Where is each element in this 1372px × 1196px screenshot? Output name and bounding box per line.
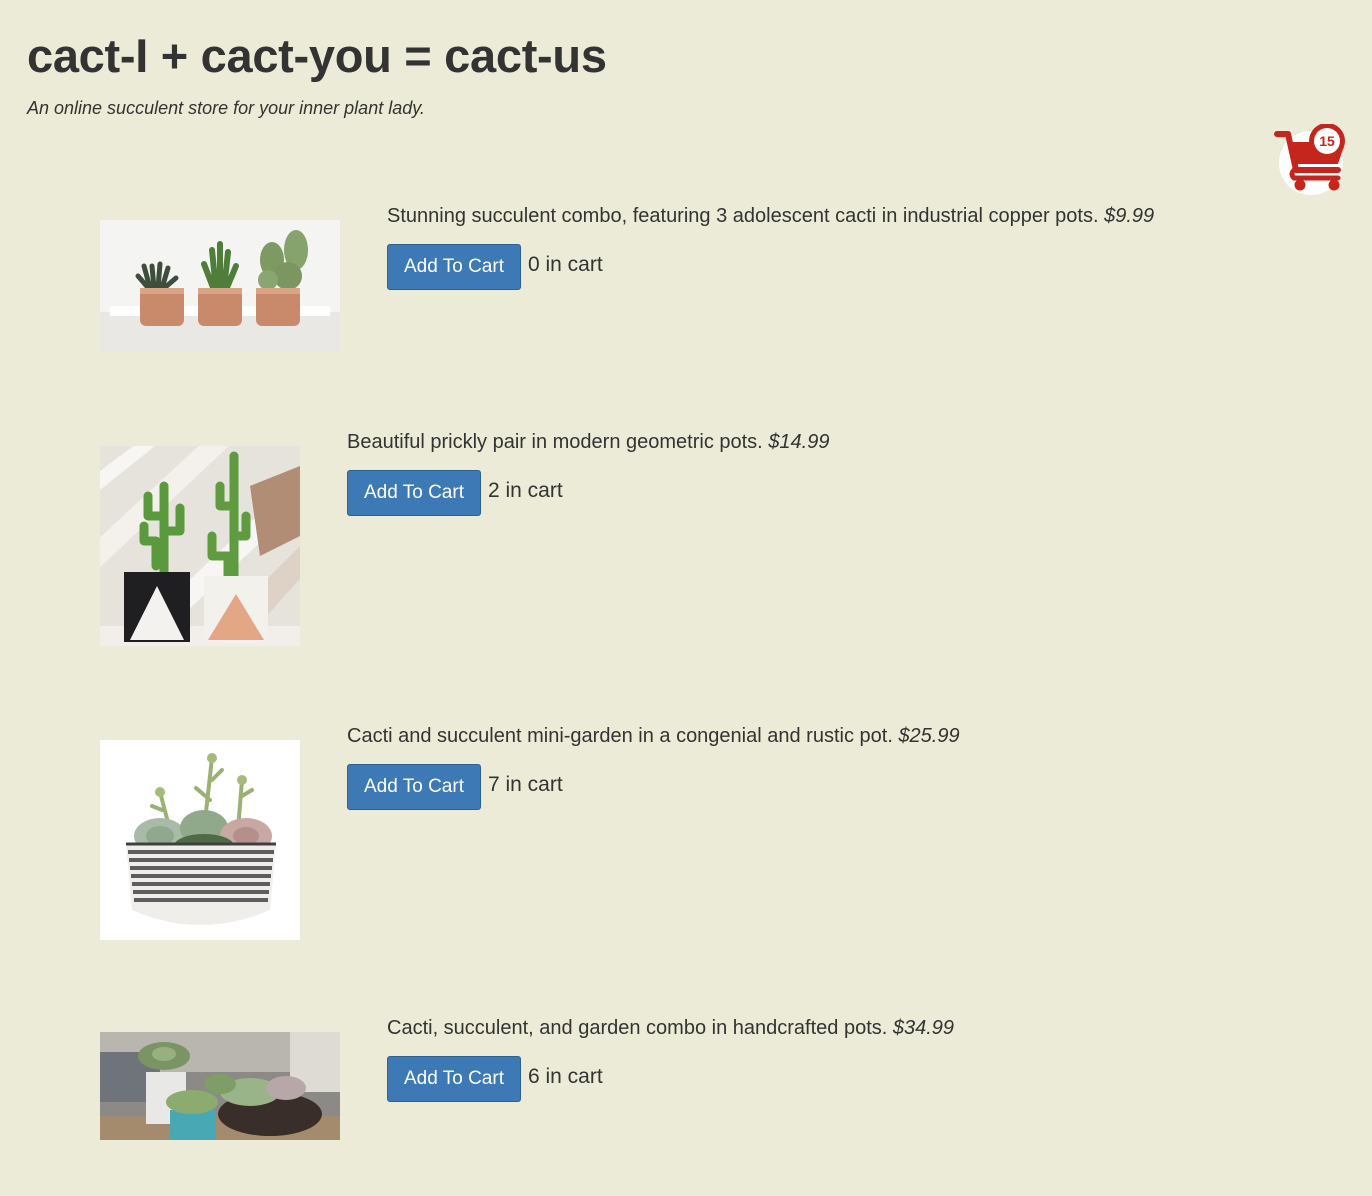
product-description-text: Beautiful prickly pair in modern geometr… [347, 431, 763, 453]
product-info: Cacti, succulent, and garden combo in ha… [387, 1015, 954, 1102]
product-info: Stunning succulent combo, featuring 3 ad… [387, 203, 1154, 290]
product-price: $9.99 [1104, 205, 1155, 227]
add-to-cart-button[interactable]: Add To Cart [387, 1056, 521, 1102]
product-actions: Add To Cart 0 in cart [387, 244, 1154, 290]
cart-button[interactable]: 15 [1274, 124, 1352, 195]
product-price: $34.99 [892, 1017, 955, 1039]
three-cacti-copper-pots-image [100, 220, 340, 352]
product-info: Beautiful prickly pair in modern geometr… [347, 429, 829, 516]
succulent-mini-garden-bowl-image [100, 740, 300, 940]
product-item: Beautiful prickly pair in modern geometr… [100, 429, 1280, 649]
product-description-text: Cacti, succulent, and garden combo in ha… [387, 1017, 888, 1039]
product-description: Cacti, succulent, and garden combo in ha… [387, 1015, 954, 1041]
product-actions: Add To Cart 6 in cart [387, 1056, 954, 1102]
product-actions: Add To Cart 2 in cart [347, 470, 829, 516]
site-title: cact-I + cact-you = cact-us [27, 29, 607, 82]
in-cart-count: 6 in cart [527, 1065, 603, 1088]
product-item: Stunning succulent combo, featuring 3 ad… [100, 203, 1280, 363]
add-to-cart-button[interactable]: Add To Cart [347, 470, 481, 516]
prickly-pair-geometric-pots-image [100, 446, 300, 646]
in-cart-count: 0 in cart [527, 253, 603, 276]
site-tagline: An online succulent store for your inner… [27, 98, 425, 118]
product-description: Beautiful prickly pair in modern geometr… [347, 429, 829, 455]
add-to-cart-button[interactable]: Add To Cart [347, 764, 481, 810]
product-description: Cacti and succulent mini-garden in a con… [347, 723, 960, 749]
in-cart-count: 7 in cart [487, 773, 563, 796]
store-page: cact-I + cact-you = cact-us An online su… [0, 0, 1372, 1196]
product-description-text: Cacti and succulent mini-garden in a con… [347, 725, 893, 747]
product-item: Cacti, succulent, and garden combo in ha… [100, 1015, 1280, 1145]
product-info: Cacti and succulent mini-garden in a con… [347, 723, 960, 810]
product-item: Cacti and succulent mini-garden in a con… [100, 723, 1280, 943]
product-description: Stunning succulent combo, featuring 3 ad… [387, 203, 1154, 229]
garden-combo-handcrafted-pots-image [100, 1032, 340, 1140]
cart-count-badge: 15 [1319, 133, 1335, 149]
in-cart-count: 2 in cart [487, 479, 563, 502]
product-description-text: Stunning succulent combo, featuring 3 ad… [387, 205, 1099, 227]
product-price: $14.99 [768, 431, 830, 453]
product-price: $25.99 [898, 725, 960, 747]
product-actions: Add To Cart 7 in cart [347, 764, 960, 810]
add-to-cart-button[interactable]: Add To Cart [387, 244, 521, 290]
